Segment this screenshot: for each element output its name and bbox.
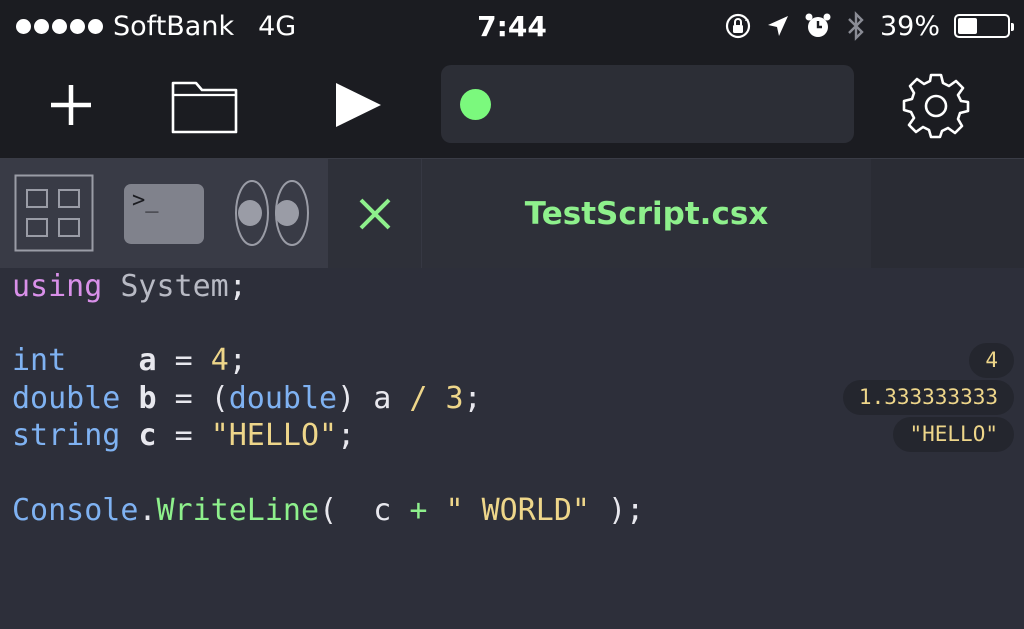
toolbar	[0, 52, 1024, 158]
eyes-icon	[235, 180, 309, 246]
watch-view-button[interactable]	[234, 177, 312, 253]
file-tab-title[interactable]: TestScript.csx	[422, 159, 871, 269]
play-icon	[336, 83, 381, 127]
code-line-5: string c = "HELLO";	[12, 418, 356, 453]
open-folder-button[interactable]	[160, 52, 250, 158]
location-arrow-icon	[767, 16, 788, 36]
status-bar: SoftBank 4G 7:44 39%	[0, 0, 1024, 52]
result-badge: "HELLO"	[893, 417, 1014, 452]
grid-view-button[interactable]	[14, 174, 94, 256]
terminal-icon: >_	[132, 188, 159, 213]
quick-tabs: >_	[0, 159, 328, 269]
alarm-icon	[805, 13, 831, 37]
plus-icon	[51, 85, 91, 125]
gear-icon	[902, 73, 970, 139]
result-badge: 1.333333333	[842, 380, 1014, 415]
bluetooth-icon	[848, 11, 864, 41]
orientation-lock-icon	[725, 13, 751, 39]
code-line-3: int a = 4;	[12, 343, 247, 378]
code-editor[interactable]: using System; int a = 4; double b = (dou…	[0, 268, 1024, 629]
battery-icon	[954, 14, 1014, 38]
new-file-button[interactable]	[30, 52, 112, 158]
tab-bar-empty	[871, 159, 1024, 269]
code-line-4: double b = (double) a / 3;	[12, 381, 482, 416]
run-status-indicator	[460, 89, 491, 120]
settings-button[interactable]	[896, 52, 976, 158]
code-line-7: Console.WriteLine( c + " WORLD" );	[12, 493, 645, 528]
battery-percent: 39%	[879, 10, 940, 42]
close-tab-button[interactable]	[328, 159, 422, 269]
grid-icon	[14, 174, 94, 252]
file-tab[interactable]: TestScript.csx	[328, 159, 871, 269]
run-status-field	[441, 65, 854, 143]
code-line-1: using System;	[12, 269, 247, 304]
folder-icon	[171, 81, 238, 134]
console-tab-button[interactable]: >_	[124, 184, 204, 244]
result-badge: 4	[969, 343, 1014, 378]
run-button[interactable]	[318, 52, 398, 158]
close-icon	[359, 198, 390, 230]
tab-bar: >_ TestScript.csx	[0, 158, 1024, 269]
